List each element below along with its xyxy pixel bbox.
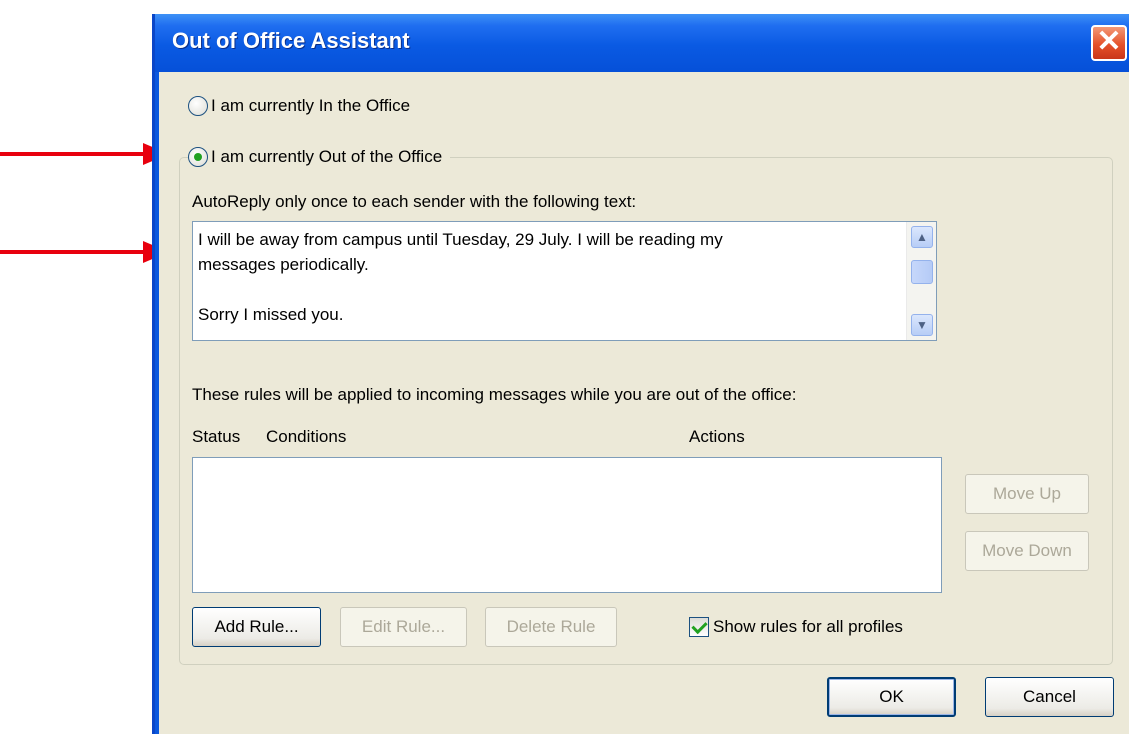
cancel-button[interactable]: Cancel — [985, 677, 1114, 717]
radio-out-of-office-label: I am currently Out of the Office — [211, 147, 443, 166]
rules-column-actions: Actions — [689, 427, 745, 446]
radio-in-office[interactable]: I am currently In the Office — [188, 96, 410, 116]
show-all-profiles-label: Show rules for all profiles — [713, 617, 903, 636]
scroll-up-arrow-icon[interactable]: ▲ — [911, 226, 933, 248]
rules-list[interactable] — [192, 457, 942, 593]
dialog-client-area: I am currently In the Office I am curren… — [159, 72, 1129, 734]
radio-in-office-label: I am currently In the Office — [211, 96, 411, 115]
autoreply-textarea[interactable]: I will be away from campus until Tuesday… — [192, 221, 937, 341]
show-all-profiles-checkbox[interactable]: Show rules for all profiles — [689, 617, 903, 637]
delete-rule-button[interactable]: Delete Rule — [485, 607, 617, 647]
rules-intro-text: These rules will be applied to incoming … — [192, 385, 797, 404]
scroll-thumb[interactable] — [911, 260, 933, 284]
rules-column-status: Status — [192, 427, 241, 446]
autoreply-label: AutoReply only once to each sender with … — [192, 192, 637, 211]
autoreply-text[interactable]: I will be away from campus until Tuesday… — [198, 227, 898, 327]
show-all-profiles-checkmark[interactable] — [689, 617, 709, 637]
scroll-down-arrow-icon[interactable]: ▼ — [911, 314, 933, 336]
radio-out-of-office-circle[interactable] — [188, 147, 208, 167]
annotation-arrow-status — [0, 143, 169, 165]
autoreply-scrollbar[interactable]: ▲ ▼ — [906, 222, 936, 340]
add-rule-button[interactable]: Add Rule... — [192, 607, 321, 647]
radio-in-office-circle[interactable] — [188, 96, 208, 116]
title-bar: Out of Office Assistant ✕ — [155, 14, 1129, 72]
window-title: Out of Office Assistant — [172, 28, 410, 53]
rules-column-conditions: Conditions — [266, 427, 347, 446]
close-button[interactable]: ✕ — [1091, 25, 1127, 61]
move-up-button[interactable]: Move Up — [965, 474, 1089, 514]
move-down-button[interactable]: Move Down — [965, 531, 1089, 571]
annotation-arrow-message — [0, 241, 169, 263]
edit-rule-button[interactable]: Edit Rule... — [340, 607, 467, 647]
out-of-office-dialog: Out of Office Assistant ✕ I am currently… — [152, 14, 1129, 734]
ok-button[interactable]: OK — [827, 677, 956, 717]
radio-out-of-office[interactable]: I am currently Out of the Office — [188, 147, 451, 167]
